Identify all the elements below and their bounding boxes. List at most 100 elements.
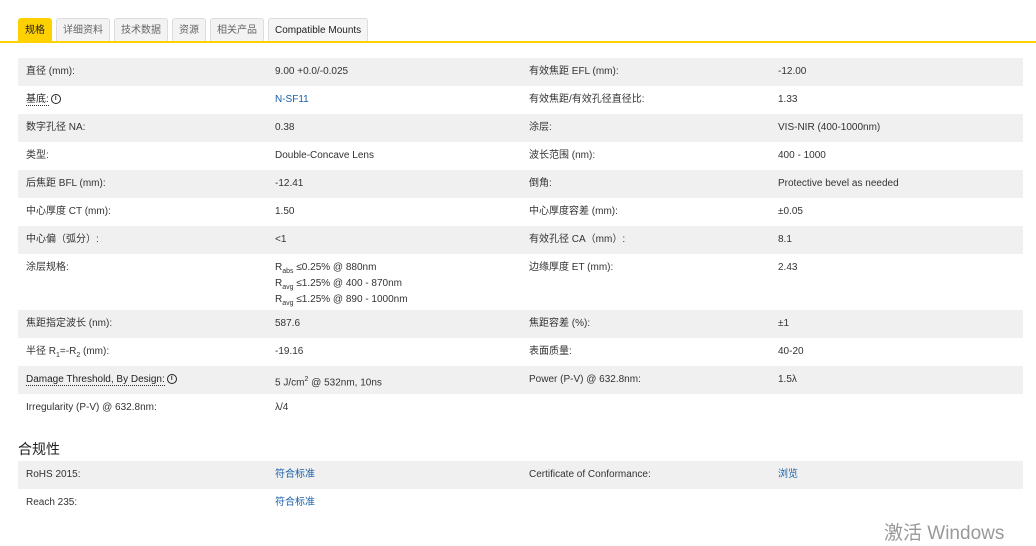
cell-line: Damage Threshold, By Design: i	[26, 374, 259, 386]
info-icon[interactable]: i	[166, 374, 177, 385]
spec-label: 有效孔径 CA（mm）:	[521, 226, 770, 246]
tab-0[interactable]: 规格	[18, 18, 52, 42]
spec-label: 涂层:	[521, 114, 770, 134]
spec-link[interactable]: 浏览	[778, 469, 798, 480]
spec-link[interactable]: 符合标准	[275, 497, 315, 508]
specs-table: 直径 (mm): 9.00 +0.0/-0.025 有效焦距 EFL (mm): -1…	[18, 58, 1023, 422]
spec-value: 9.00 +0.0/-0.025	[267, 58, 521, 78]
spec-link[interactable]: 符合标准	[275, 469, 315, 480]
cell-line: Irregularity (P-V) @ 632.8nm:	[26, 402, 259, 414]
cell-line: 浏览	[778, 469, 1015, 481]
spec-value: 40-20	[770, 338, 1023, 358]
tab-3[interactable]: 资源	[172, 18, 206, 42]
cell-line: 中心厚度容差 (mm):	[529, 206, 762, 218]
cell-line: Double-Concave Lens	[275, 150, 513, 162]
cell-line: 涂层:	[529, 122, 762, 134]
cell-line: 数字孔径 NA:	[26, 122, 259, 134]
spec-value: 587.6	[267, 310, 521, 330]
spec-value: Protective bevel as needed	[770, 170, 1023, 190]
cell-line: 1.50	[275, 206, 513, 218]
spec-value: ±0.05	[770, 198, 1023, 218]
cell-line: 有效孔径 CA（mm）:	[529, 234, 762, 246]
cell-text: λ/4	[275, 402, 289, 413]
spec-label: 边缘厚度 ET (mm):	[521, 254, 770, 274]
compliance-table: RoHS 2015: 符合标准 Certificate of Conformance…	[18, 461, 1023, 517]
tooltip-label[interactable]: 基底:	[26, 94, 49, 106]
spec-link[interactable]: N-SF11	[275, 94, 309, 105]
cell-line: VIS-NIR (400-1000nm)	[778, 122, 1015, 134]
spec-label: 倒角:	[521, 170, 770, 190]
cell-line: RoHS 2015:	[26, 469, 259, 481]
cell-text: 2.43	[778, 262, 798, 273]
cell-text: 0.38	[275, 122, 295, 133]
cell-text: 焦距容差 (%):	[529, 318, 591, 329]
cell-text: ≤1.25% @ 400 - 870nm	[293, 278, 403, 289]
spec-label: 焦距指定波长 (nm):	[18, 310, 267, 330]
info-icon[interactable]: i	[50, 94, 61, 105]
table-row: 数字孔径 NA: 0.38 涂层: VIS-NIR (400-1000nm)	[18, 114, 1023, 142]
spec-value: ±1	[770, 310, 1023, 330]
spec-label: 中心偏（弧分）:	[18, 226, 267, 246]
tab-bar: 规格 详细资料 技术数据 资源 相关产品 Compatible Mounts	[18, 18, 369, 42]
tab-1[interactable]: 详细资料	[56, 18, 110, 42]
cell-text: 倒角:	[529, 178, 552, 189]
tab-5[interactable]: Compatible Mounts	[268, 18, 369, 42]
tab-2[interactable]: 技术数据	[114, 18, 168, 42]
cell-text: abs	[282, 268, 294, 275]
cell-text: 587.6	[275, 318, 301, 329]
spec-value: 符合标准	[267, 489, 521, 509]
cell-text: Irregularity (P-V) @ 632.8nm:	[26, 402, 157, 413]
windows-activation-watermark: 激活 Windows	[884, 523, 1005, 544]
cell-line: Certificate of Conformance:	[529, 469, 762, 481]
tooltip-label[interactable]: Damage Threshold, By Design:	[26, 374, 165, 386]
cell-text: ±1	[778, 318, 790, 329]
cell-line: 符合标准	[275, 469, 513, 481]
cell-text: @ 532nm, 10ns	[308, 377, 382, 389]
spec-label: 有效焦距/有效孔径直径比:	[521, 86, 770, 106]
table-row: 中心厚度 CT (mm): 1.50 中心厚度容差 (mm): ±0.05	[18, 198, 1023, 226]
cell-text: 类型:	[26, 150, 49, 161]
cell-line: Ravg ≤1.25% @ 890 - 1000nm	[275, 294, 513, 310]
cell-line: 基底: i	[26, 94, 259, 106]
cell-text: 直径 (mm):	[26, 66, 75, 77]
table-row: Irregularity (P-V) @ 632.8nm: λ/4	[18, 394, 1023, 422]
cell-text: -12.00	[778, 66, 807, 77]
table-row: Damage Threshold, By Design: i 5 J/cm2 @ 5…	[18, 366, 1023, 394]
cell-line: 后焦距 BFL (mm):	[26, 178, 259, 190]
cell-line: λ/4	[275, 402, 513, 414]
cell-text: <1	[275, 234, 287, 245]
cell-text: 有效焦距/有效孔径直径比:	[529, 94, 645, 105]
cell-line: 有效焦距/有效孔径直径比:	[529, 94, 762, 106]
cell-line: 400 - 1000	[778, 150, 1015, 162]
cell-line: 波长范围 (nm):	[529, 150, 762, 162]
spec-label	[521, 394, 770, 402]
cell-text: 中心厚度容差 (mm):	[529, 206, 618, 217]
cell-text: Reach 235:	[26, 497, 78, 508]
table-row: 焦距指定波长 (nm): 587.6 焦距容差 (%): ±1	[18, 310, 1023, 338]
cell-line: Reach 235:	[26, 497, 259, 509]
cell-line: -12.00	[778, 66, 1015, 78]
cell-line: 40-20	[778, 346, 1015, 358]
cell-line: Power (P-V) @ 632.8nm:	[529, 374, 762, 386]
spec-label: 类型:	[18, 142, 267, 162]
tab-4[interactable]: 相关产品	[210, 18, 264, 42]
spec-label: Damage Threshold, By Design: i	[18, 366, 267, 386]
spec-label: Certificate of Conformance:	[521, 461, 770, 481]
cell-text: 半径 R	[26, 346, 56, 357]
spec-label: 涂层规格:	[18, 254, 267, 274]
spec-value: VIS-NIR (400-1000nm)	[770, 114, 1023, 134]
cell-line: 焦距容差 (%):	[529, 318, 762, 330]
spec-value: Double-Concave Lens	[267, 142, 521, 162]
cell-line: 表面质量:	[529, 346, 762, 358]
cell-text: (mm):	[80, 346, 110, 357]
spec-value: 5 J/cm2 @ 532nm, 10ns	[267, 366, 521, 389]
cell-line: 中心偏（弧分）:	[26, 234, 259, 246]
cell-text: 数字孔径 NA:	[26, 122, 86, 133]
cell-line: 中心厚度 CT (mm):	[26, 206, 259, 218]
spec-value: 0.38	[267, 114, 521, 134]
spec-label: Irregularity (P-V) @ 632.8nm:	[18, 394, 267, 414]
compliance-heading: 合规性	[18, 441, 60, 457]
spec-label: 有效焦距 EFL (mm):	[521, 58, 770, 78]
cell-line: 8.1	[778, 234, 1015, 246]
cell-line: ±0.05	[778, 206, 1015, 218]
